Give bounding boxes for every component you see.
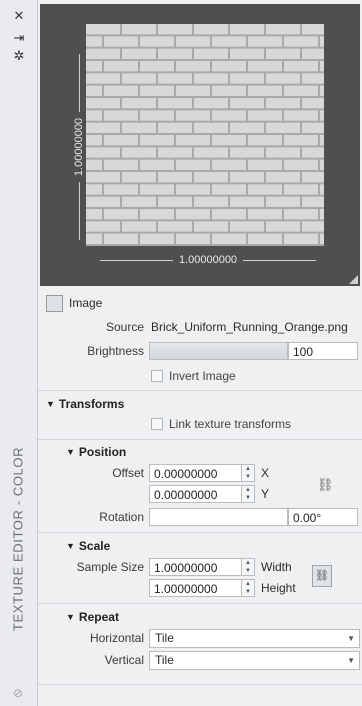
image-icon <box>46 295 63 312</box>
repeat-section-toggle[interactable]: ▼ Repeat <box>66 607 119 628</box>
image-heading: Image <box>69 296 103 310</box>
offset-label: Offset <box>112 466 144 480</box>
settings-icon[interactable]: ✲ <box>10 48 28 64</box>
offset-y-field[interactable]: 0.00000000 <box>149 485 242 503</box>
texture-preview: 1.00000000 1.00000000 <box>40 4 360 286</box>
offset-x-spinner[interactable]: ▲ ▼ <box>242 464 255 482</box>
rotation-label: Rotation <box>99 510 144 524</box>
chevron-down-icon: ▼ <box>347 634 355 643</box>
invert-image-checkbox[interactable] <box>151 370 163 382</box>
link-transforms-checkbox[interactable] <box>151 418 163 430</box>
sample-width-spinner[interactable]: ▲ ▼ <box>242 558 255 576</box>
height-label: Height <box>261 581 296 595</box>
source-label: Source <box>105 320 144 334</box>
close-icon[interactable]: ✕ <box>10 8 28 24</box>
brick-texture <box>86 24 324 246</box>
vertical-repeat-dropdown[interactable]: Tile ▼ <box>149 651 360 670</box>
invert-image-label: Invert Image <box>169 369 236 383</box>
offset-y-spinner[interactable]: ▲ ▼ <box>242 485 255 503</box>
rotation-slider[interactable] <box>149 508 288 526</box>
width-dimension: 1.00000000 <box>100 253 316 267</box>
sample-height-spinner[interactable]: ▲ ▼ <box>242 579 255 597</box>
sidebar: ✕ ⇥ ✲ TEXTURE EDITOR - COLOR ⊘ <box>0 0 38 706</box>
offset-x-field[interactable]: 0.00000000 <box>149 464 242 482</box>
link-transforms-label: Link texture transforms <box>169 417 292 431</box>
height-dimension: 1.00000000 <box>72 54 86 240</box>
scale-section-toggle[interactable]: ▼ Scale <box>66 536 110 557</box>
pin-icon[interactable]: ⇥ <box>10 30 28 46</box>
horizontal-repeat-dropdown[interactable]: Tile ▼ <box>149 629 360 648</box>
texture-editor-icon: ⊘ <box>12 686 24 700</box>
width-label: Width <box>261 560 292 574</box>
horizontal-label: Horizontal <box>89 631 144 645</box>
brightness-label: Brightness <box>87 344 144 358</box>
palette-title: TEXTURE EDITOR - COLOR <box>10 446 26 632</box>
sample-width-field[interactable]: 1.00000000 <box>149 558 242 576</box>
sample-height-field[interactable]: 1.00000000 <box>149 579 242 597</box>
position-section-toggle[interactable]: ▼ Position <box>66 442 126 463</box>
brightness-field[interactable]: 100 <box>288 342 358 360</box>
transforms-section-toggle[interactable]: ▼ Transforms <box>46 394 124 415</box>
chevron-down-icon: ▼ <box>347 656 355 665</box>
x-axis-label: X <box>261 466 270 480</box>
y-axis-label: Y <box>261 487 270 501</box>
rotation-field[interactable]: 0.00° <box>288 508 358 526</box>
source-file-link[interactable]: Brick_Uniform_Running_Orange.png <box>151 317 348 337</box>
sample-size-label: Sample Size <box>76 560 144 574</box>
vertical-label: Vertical <box>104 653 144 667</box>
brightness-slider[interactable] <box>149 342 288 360</box>
resize-handle[interactable] <box>349 275 358 284</box>
